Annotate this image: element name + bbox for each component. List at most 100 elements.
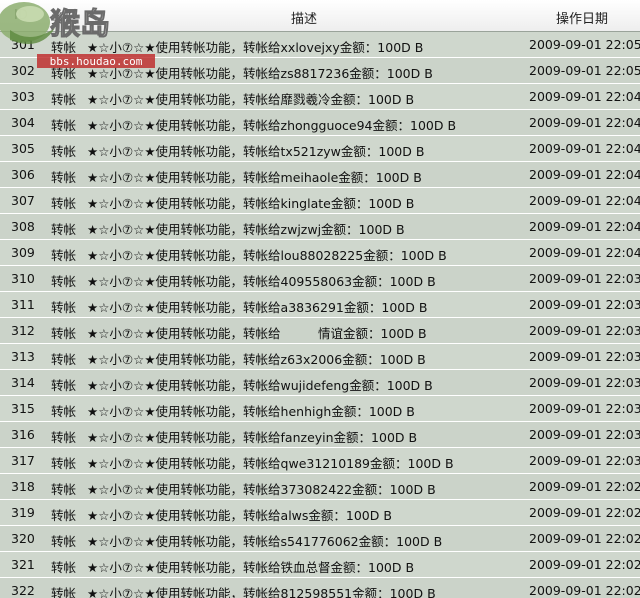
- row-type: 转帐: [51, 40, 77, 55]
- row-id: 320: [11, 531, 35, 546]
- table-row: 305 转帐 ★☆小⑦☆★使用转帐功能，转帐给tx521zyw金额：100D B 20…: [0, 136, 640, 162]
- row-id: 318: [11, 479, 35, 494]
- row-description: ★☆小⑦☆★使用转帐功能，转帐给靡戮羲冷金额：100D B: [87, 92, 415, 107]
- table-row: 321 转帐 ★☆小⑦☆★使用转帐功能，转帐给铁血总督金额：100D B 2009-0…: [0, 552, 640, 578]
- row-type: 转帐: [51, 222, 77, 237]
- table-body: 301 转帐 ★☆小⑦☆★使用转帐功能，转帐给xxlovejxy金额：100D B 2…: [0, 32, 640, 598]
- row-id: 311: [11, 297, 35, 312]
- row-date: 2009-09-01 22:05: [529, 37, 640, 52]
- table-row: 319 转帐 ★☆小⑦☆★使用转帐功能，转帐给alws金额：100D B 2009-0…: [0, 500, 640, 526]
- row-type: 转帐: [51, 508, 77, 523]
- row-date: 2009-09-01 22:04: [529, 89, 640, 104]
- row-description: ★☆小⑦☆★使用转帐功能，转帐给tx521zyw金额：100D B: [87, 144, 425, 159]
- row-date: 2009-09-01 22:02: [529, 505, 640, 520]
- row-description: ★☆小⑦☆★使用转帐功能，转帐给z63x2006金额：100D B: [87, 352, 426, 367]
- row-date: 2009-09-01 22:03: [529, 323, 640, 338]
- row-type: 转帐: [51, 274, 77, 289]
- row-date: 2009-09-01 22:02: [529, 557, 640, 572]
- row-description: ★☆小⑦☆★使用转帐功能，转帐给铁血总督金额：100D B: [87, 560, 415, 575]
- row-id: 322: [11, 583, 35, 598]
- row-date: 2009-09-01 22:03: [529, 349, 640, 364]
- transaction-log-table: 猴岛 bbs.houdao.com ID 类型 描述 操作日期 301 转帐 ★☆小…: [0, 0, 640, 598]
- table-row: 303 转帐 ★☆小⑦☆★使用转帐功能，转帐给靡戮羲冷金额：100D B 2009-0…: [0, 84, 640, 110]
- header-date: 操作日期: [556, 12, 609, 27]
- table-row: 318 转帐 ★☆小⑦☆★使用转帐功能，转帐给373082422金额：100D B 2…: [0, 474, 640, 500]
- row-description: ★☆小⑦☆★使用转帐功能，转帐给henhigh金额：100D B: [87, 404, 415, 419]
- table-row: 312 转帐 ★☆小⑦☆★使用转帐功能，转帐给 情谊金额：100D B 2009-09…: [0, 318, 640, 344]
- row-id: 310: [11, 271, 35, 286]
- row-id: 301: [11, 37, 35, 52]
- row-id: 315: [11, 401, 35, 416]
- row-description: ★☆小⑦☆★使用转帐功能，转帐给xxlovejxy金额：100D B: [87, 40, 424, 55]
- row-date: 2009-09-01 22:02: [529, 583, 640, 598]
- row-date: 2009-09-01 22:04: [529, 115, 640, 130]
- header-type: 类型: [51, 12, 78, 27]
- row-id: 319: [11, 505, 35, 520]
- table-row: 322 转帐 ★☆小⑦☆★使用转帐功能，转帐给812598551金额：100D B 2…: [0, 578, 640, 598]
- table-row: 302 转帐 ★☆小⑦☆★使用转帐功能，转帐给zs8817236金额：100D B 2…: [0, 58, 640, 84]
- row-date: 2009-09-01 22:03: [529, 297, 640, 312]
- row-type: 转帐: [51, 482, 77, 497]
- table-row: 307 转帐 ★☆小⑦☆★使用转帐功能，转帐给kinglate金额：100D B 20…: [0, 188, 640, 214]
- row-description: ★☆小⑦☆★使用转帐功能，转帐给lou88028225金额：100D B: [87, 248, 447, 263]
- table-row: 301 转帐 ★☆小⑦☆★使用转帐功能，转帐给xxlovejxy金额：100D B 2…: [0, 32, 640, 58]
- row-type: 转帐: [51, 144, 77, 159]
- table-row: 317 转帐 ★☆小⑦☆★使用转帐功能，转帐给qwe31210189金额：100D …: [0, 448, 640, 474]
- row-id: 321: [11, 557, 35, 572]
- row-date: 2009-09-01 22:02: [529, 479, 640, 494]
- row-type: 转帐: [51, 300, 77, 315]
- row-id: 305: [11, 141, 35, 156]
- row-description: ★☆小⑦☆★使用转帐功能，转帐给409558063金额：100D B: [87, 274, 436, 289]
- row-type: 转帐: [51, 196, 77, 211]
- row-date: 2009-09-01 22:03: [529, 271, 640, 286]
- row-id: 312: [11, 323, 35, 338]
- row-description: ★☆小⑦☆★使用转帐功能，转帐给fanzeyin金额：100D B: [87, 430, 418, 445]
- table-row: 315 转帐 ★☆小⑦☆★使用转帐功能，转帐给henhigh金额：100D B 200…: [0, 396, 640, 422]
- table-row: 309 转帐 ★☆小⑦☆★使用转帐功能，转帐给lou88028225金额：100D …: [0, 240, 640, 266]
- table-row: 314 转帐 ★☆小⑦☆★使用转帐功能，转帐给wujidefeng金额：100D B…: [0, 370, 640, 396]
- row-description: ★☆小⑦☆★使用转帐功能，转帐给zhongguoce94金额：100D B: [87, 118, 457, 133]
- row-type: 转帐: [51, 430, 77, 445]
- row-id: 304: [11, 115, 35, 130]
- row-type: 转帐: [51, 66, 77, 81]
- row-description: ★☆小⑦☆★使用转帐功能，转帐给s541776062金额：100D B: [87, 534, 443, 549]
- row-date: 2009-09-01 22:03: [529, 401, 640, 416]
- row-description: ★☆小⑦☆★使用转帐功能，转帐给812598551金额：100D B: [87, 586, 436, 598]
- row-id: 309: [11, 245, 35, 260]
- row-description: ★☆小⑦☆★使用转帐功能，转帐给zwjzwj金额：100D B: [87, 222, 405, 237]
- row-description: ★☆小⑦☆★使用转帐功能，转帐给 情谊金额：100D B: [87, 326, 427, 341]
- row-description: ★☆小⑦☆★使用转帐功能，转帐给zs8817236金额：100D B: [87, 66, 433, 81]
- table-row: 311 转帐 ★☆小⑦☆★使用转帐功能，转帐给a3836291金额：100D B 20…: [0, 292, 640, 318]
- row-date: 2009-09-01 22:03: [529, 375, 640, 390]
- table-row: 313 转帐 ★☆小⑦☆★使用转帐功能，转帐给z63x2006金额：100D B 20…: [0, 344, 640, 370]
- row-description: ★☆小⑦☆★使用转帐功能，转帐给a3836291金额：100D B: [87, 300, 428, 315]
- table-row: 310 转帐 ★☆小⑦☆★使用转帐功能，转帐给409558063金额：100D B 2…: [0, 266, 640, 292]
- row-id: 317: [11, 453, 35, 468]
- row-type: 转帐: [51, 560, 77, 575]
- row-date: 2009-09-01 22:03: [529, 427, 640, 442]
- table-row: 320 转帐 ★☆小⑦☆★使用转帐功能，转帐给s541776062金额：100D B…: [0, 526, 640, 552]
- row-description: ★☆小⑦☆★使用转帐功能，转帐给wujidefeng金额：100D B: [87, 378, 433, 393]
- row-id: 307: [11, 193, 35, 208]
- row-type: 转帐: [51, 404, 77, 419]
- row-type: 转帐: [51, 118, 77, 133]
- row-date: 2009-09-01 22:04: [529, 219, 640, 234]
- row-id: 302: [11, 63, 35, 78]
- row-type: 转帐: [51, 378, 77, 393]
- table-row: 304 转帐 ★☆小⑦☆★使用转帐功能，转帐给zhongguoce94金额：100D…: [0, 110, 640, 136]
- table-row: 316 转帐 ★☆小⑦☆★使用转帐功能，转帐给fanzeyin金额：100D B 20…: [0, 422, 640, 448]
- table-row: 306 转帐 ★☆小⑦☆★使用转帐功能，转帐给meihaole金额：100D B 20…: [0, 162, 640, 188]
- row-description: ★☆小⑦☆★使用转帐功能，转帐给alws金额：100D B: [87, 508, 392, 523]
- row-type: 转帐: [51, 248, 77, 263]
- row-date: 2009-09-01 22:03: [529, 453, 640, 468]
- row-type: 转帐: [51, 326, 77, 341]
- row-date: 2009-09-01 22:04: [529, 245, 640, 260]
- row-type: 转帐: [51, 586, 77, 598]
- row-description: ★☆小⑦☆★使用转帐功能，转帐给qwe31210189金额：100D B: [87, 456, 454, 471]
- row-id: 313: [11, 349, 35, 364]
- row-id: 303: [11, 89, 35, 104]
- row-description: ★☆小⑦☆★使用转帐功能，转帐给373082422金额：100D B: [87, 482, 436, 497]
- header-id: ID: [14, 8, 28, 23]
- row-type: 转帐: [51, 352, 77, 367]
- row-type: 转帐: [51, 170, 77, 185]
